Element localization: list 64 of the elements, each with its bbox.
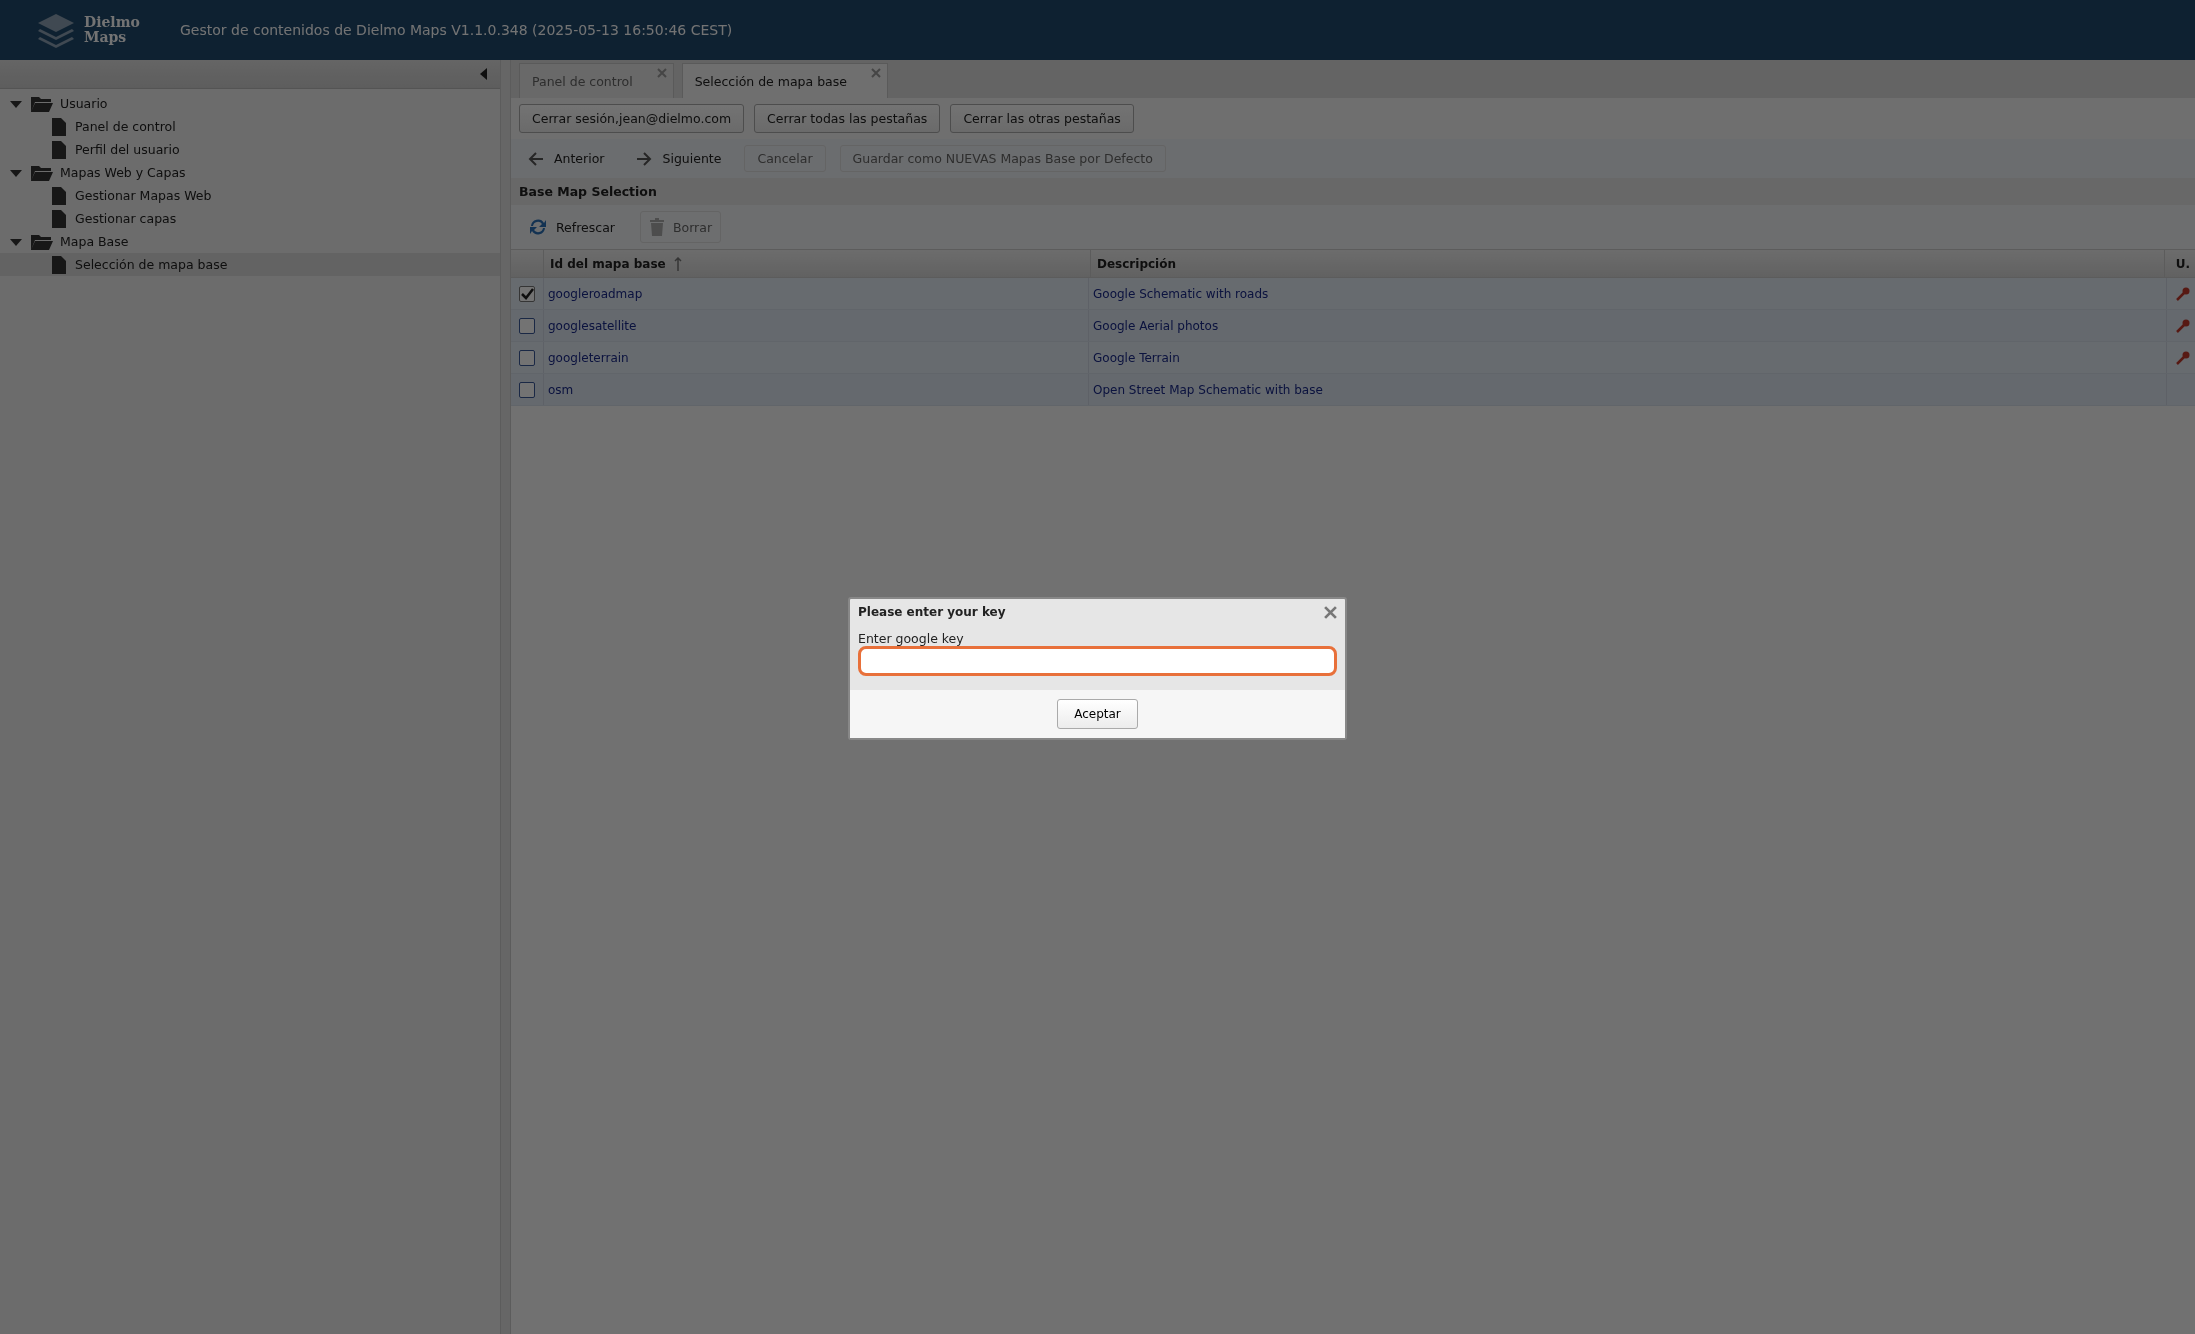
tree-folder[interactable]: Usuario <box>0 92 500 115</box>
key-input-field[interactable] <box>858 646 1337 676</box>
tree-item[interactable]: Gestionar Mapas Web <box>0 184 500 207</box>
row-checkbox[interactable] <box>519 285 535 302</box>
folder-icon <box>30 94 54 113</box>
refresh-button[interactable]: Refrescar <box>519 211 624 243</box>
back-button[interactable]: Anterior <box>519 145 614 172</box>
accept-button[interactable]: Aceptar <box>1057 699 1138 729</box>
document-icon <box>52 209 66 228</box>
key-icon[interactable] <box>2176 350 2190 365</box>
session-button[interactable]: Cerrar todas las pestañas <box>754 104 941 133</box>
document-icon <box>52 117 66 136</box>
row-checkbox[interactable] <box>519 317 535 334</box>
table-cell: Google Schematic with roads <box>1088 278 2166 309</box>
document-icon <box>52 255 66 274</box>
collapse-icon[interactable] <box>480 68 488 80</box>
key-icon[interactable] <box>2176 286 2190 301</box>
tab[interactable]: Selección de mapa base <box>681 63 888 98</box>
table-cell: osm <box>543 374 1088 405</box>
column-header[interactable]: U. <box>2164 250 2195 277</box>
table-row[interactable]: googlesatellite Google Aerial photos <box>511 310 2195 342</box>
close-icon[interactable] <box>871 68 881 78</box>
refresh-icon <box>528 217 548 237</box>
tree-folder[interactable]: Mapas Web y Capas <box>0 161 500 184</box>
table-row[interactable]: googleroadmap Google Schematic with roads <box>511 278 2195 310</box>
sort-icon[interactable] <box>673 256 682 271</box>
tree-item[interactable]: Perfil del usuario <box>0 138 500 161</box>
table-cell: googleterrain <box>543 342 1088 373</box>
row-checkbox[interactable] <box>519 349 535 366</box>
right-arrow-icon <box>636 151 653 166</box>
close-icon[interactable] <box>1324 605 1337 619</box>
tree-item[interactable]: Selección de mapa base <box>0 253 500 276</box>
column-header[interactable]: Descripción <box>1090 250 2164 277</box>
dialog-title: Please enter your key <box>858 605 1006 619</box>
tree-folder[interactable]: Mapa Base <box>0 230 500 253</box>
document-icon <box>52 186 66 205</box>
app-title: Gestor de contenidos de Dielmo Maps V1.1.0.348 (2025-05-13 16:50:46 CEST) <box>180 22 733 38</box>
logo-text: Dielmo <box>84 15 140 30</box>
document-icon <box>52 140 66 159</box>
table-row[interactable]: osm Open Street Map Schematic with base <box>511 374 2195 406</box>
trash-icon <box>648 217 665 237</box>
logo-text: Maps <box>84 30 128 45</box>
table-cell: Google Aerial photos <box>1088 310 2166 341</box>
close-icon[interactable] <box>656 68 667 78</box>
tree-item[interactable]: Gestionar capas <box>0 207 500 230</box>
table-row[interactable]: googleterrain Google Terrain <box>511 342 2195 374</box>
forward-button[interactable]: Siguiente <box>627 145 731 172</box>
table-cell: googlesatellite <box>543 310 1088 341</box>
tab[interactable]: Panel de control <box>519 63 674 98</box>
layers-icon <box>36 12 76 48</box>
column-header[interactable]: Id del mapa base <box>543 250 1090 277</box>
table-cell: googleroadmap <box>543 278 1088 309</box>
left-arrow-icon <box>528 151 544 166</box>
folder-icon <box>30 232 54 251</box>
panel-title: Base Map Selection <box>511 178 2195 205</box>
table-cell: Google Terrain <box>1088 342 2166 373</box>
table-cell: Open Street Map Schematic with base <box>1088 374 2166 405</box>
key-icon[interactable] <box>2176 318 2190 333</box>
session-button[interactable]: Cerrar sesión,jean@dielmo.com <box>519 104 745 133</box>
row-checkbox[interactable] <box>519 381 535 398</box>
field-label: Enter google key <box>858 631 965 646</box>
session-button[interactable]: Cerrar las otras pestañas <box>950 104 1134 133</box>
folder-icon <box>30 163 54 182</box>
tree-item[interactable]: Panel de control <box>0 115 500 138</box>
